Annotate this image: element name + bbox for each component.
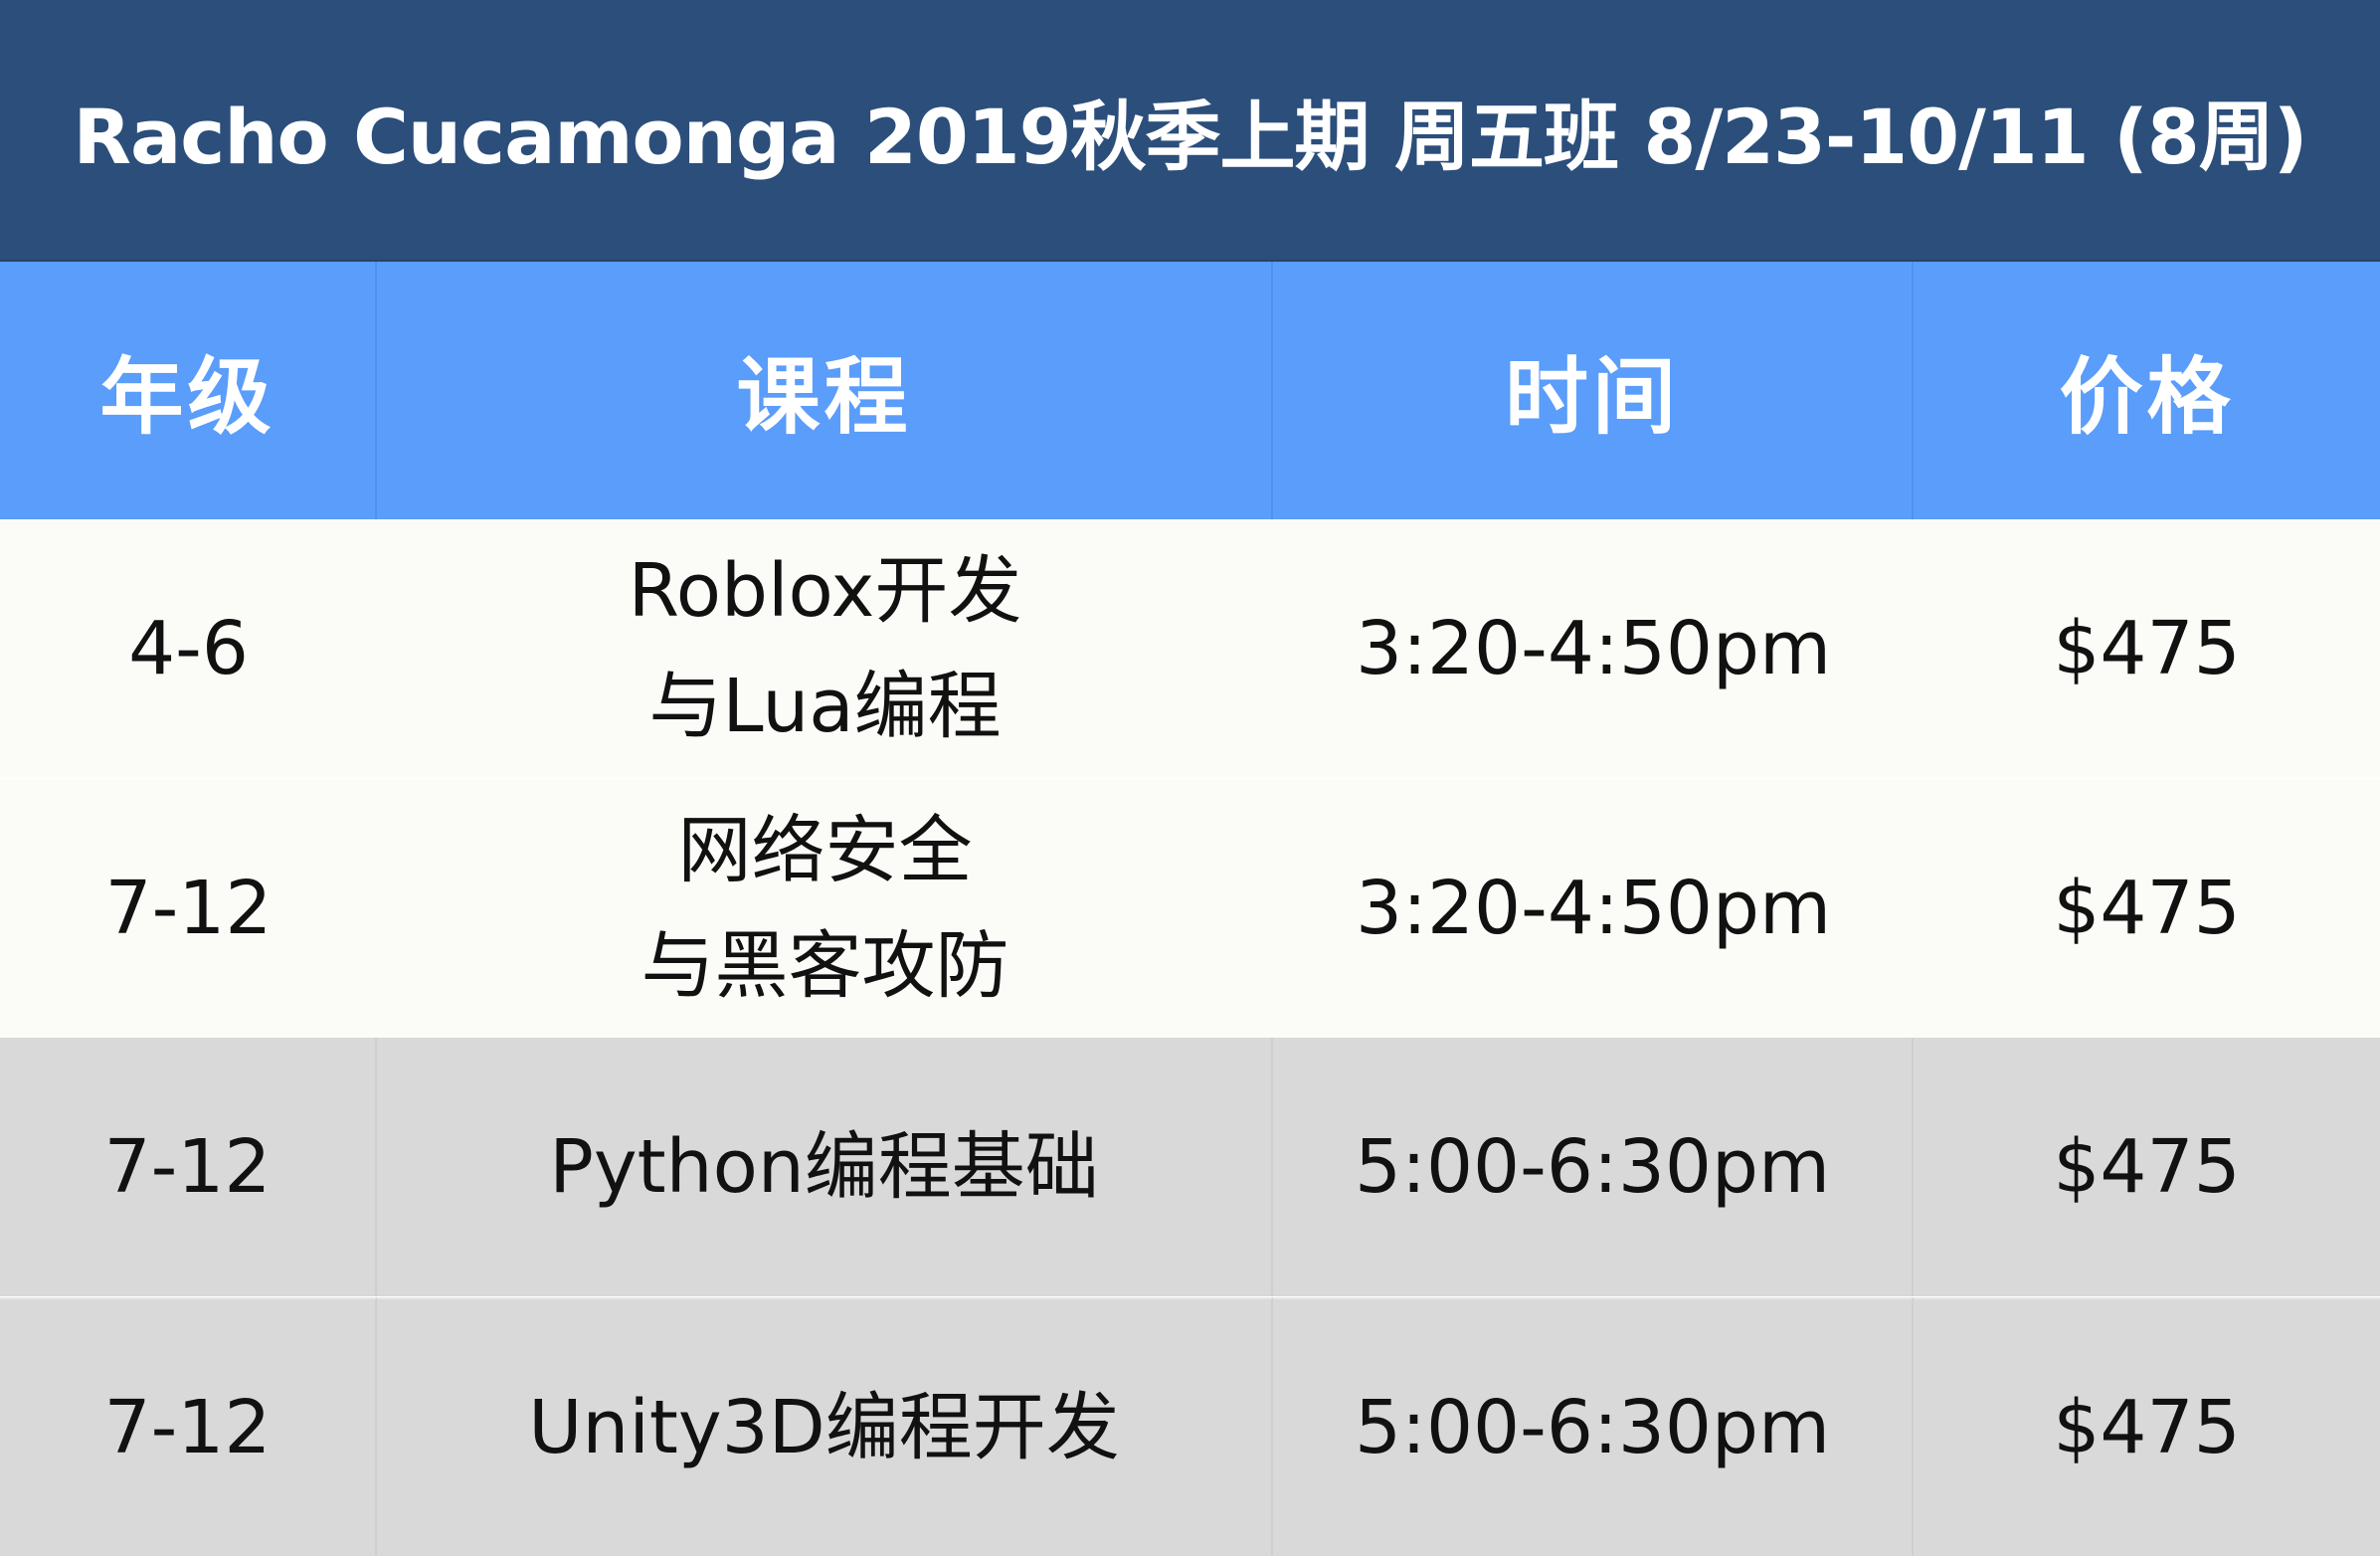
course-line: Roblox开发	[628, 548, 1022, 635]
time-cell: 5:00-6:30pm	[1273, 1296, 1914, 1556]
header-price: 价格	[1914, 262, 2380, 519]
time-cell: 3:20-4:50pm	[1273, 519, 1914, 779]
grade-cell: 7-12	[0, 1296, 377, 1556]
time-cell: 5:00-6:30pm	[1273, 1038, 1914, 1297]
page-title: Racho Cucamonga 2019秋季上期 周五班 8/23-10/11 …	[0, 0, 2380, 262]
course-cell: Unity3D编程开发	[377, 1296, 1273, 1556]
header-course: 课程	[377, 262, 1273, 519]
price-cell: $475	[1914, 519, 2380, 779]
course-cell: Roblox开发 与Lua编程	[377, 519, 1273, 779]
grade-cell: 4-6	[0, 519, 377, 779]
grade-cell: 7-12	[0, 778, 377, 1038]
header-time: 时间	[1273, 262, 1914, 519]
schedule-sheet: Racho Cucamonga 2019秋季上期 周五班 8/23-10/11 …	[0, 0, 2380, 1556]
price-cell: $475	[1914, 1296, 2380, 1556]
header-grade: 年级	[0, 262, 377, 519]
course-cell: Python编程基础	[377, 1038, 1273, 1297]
course-cell: 网络安全 与黑客攻防	[377, 778, 1273, 1038]
course-line: 与Lua编程	[648, 664, 1002, 750]
time-cell: 3:20-4:50pm	[1273, 778, 1914, 1038]
price-cell: $475	[1914, 1038, 2380, 1297]
grade-cell: 7-12	[0, 1038, 377, 1297]
schedule-table: 年级 课程 时间 价格 4-6 Roblox开发 与Lua编程 3:20-4:5…	[0, 262, 2380, 1556]
price-cell: $475	[1914, 778, 2380, 1038]
course-line: 网络安全	[677, 807, 973, 893]
course-line: 与黑客攻防	[641, 922, 1009, 1009]
